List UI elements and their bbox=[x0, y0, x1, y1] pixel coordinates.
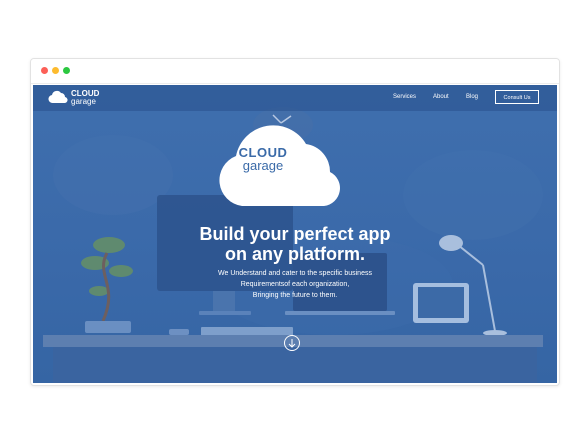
consult-us-button[interactable]: Consult Us bbox=[495, 90, 539, 104]
nav-link-services[interactable]: Services bbox=[393, 94, 416, 100]
nav-link-about[interactable]: About bbox=[433, 94, 449, 100]
hero-subtext-line1: We Understand and cater to the specific … bbox=[218, 270, 372, 277]
maximize-window-button[interactable] bbox=[63, 67, 70, 74]
minimize-window-button[interactable] bbox=[52, 67, 59, 74]
brand-logo[interactable]: CLOUD garage bbox=[71, 90, 99, 106]
hero-subtext-line2: Requirementsof each organization, bbox=[240, 281, 350, 288]
hero-headline-line2: on any platform. bbox=[224, 244, 365, 264]
hero-logo-line2: garage bbox=[242, 158, 284, 173]
scroll-down-button[interactable] bbox=[284, 335, 300, 351]
hero-logo-text: CLOUD garage bbox=[226, 146, 300, 172]
brand-logo-line2: garage bbox=[71, 97, 96, 106]
hero-headline-line1: Build your perfect app bbox=[199, 224, 391, 244]
nav-link-blog[interactable]: Blog bbox=[466, 94, 478, 100]
hero-headline: Build your perfect app on any platform. bbox=[150, 224, 440, 264]
top-navbar: CLOUD garage Services About Blog Consult… bbox=[33, 85, 557, 111]
hero-subtext-line3: Bringing the future to them. bbox=[252, 292, 338, 299]
arrow-down-circle-icon bbox=[288, 339, 296, 348]
hero-subtext: We Understand and cater to the specific … bbox=[180, 268, 410, 301]
close-window-button[interactable] bbox=[41, 67, 48, 74]
cloud-logo-icon[interactable] bbox=[48, 90, 68, 104]
browser-toolbar bbox=[31, 59, 559, 84]
